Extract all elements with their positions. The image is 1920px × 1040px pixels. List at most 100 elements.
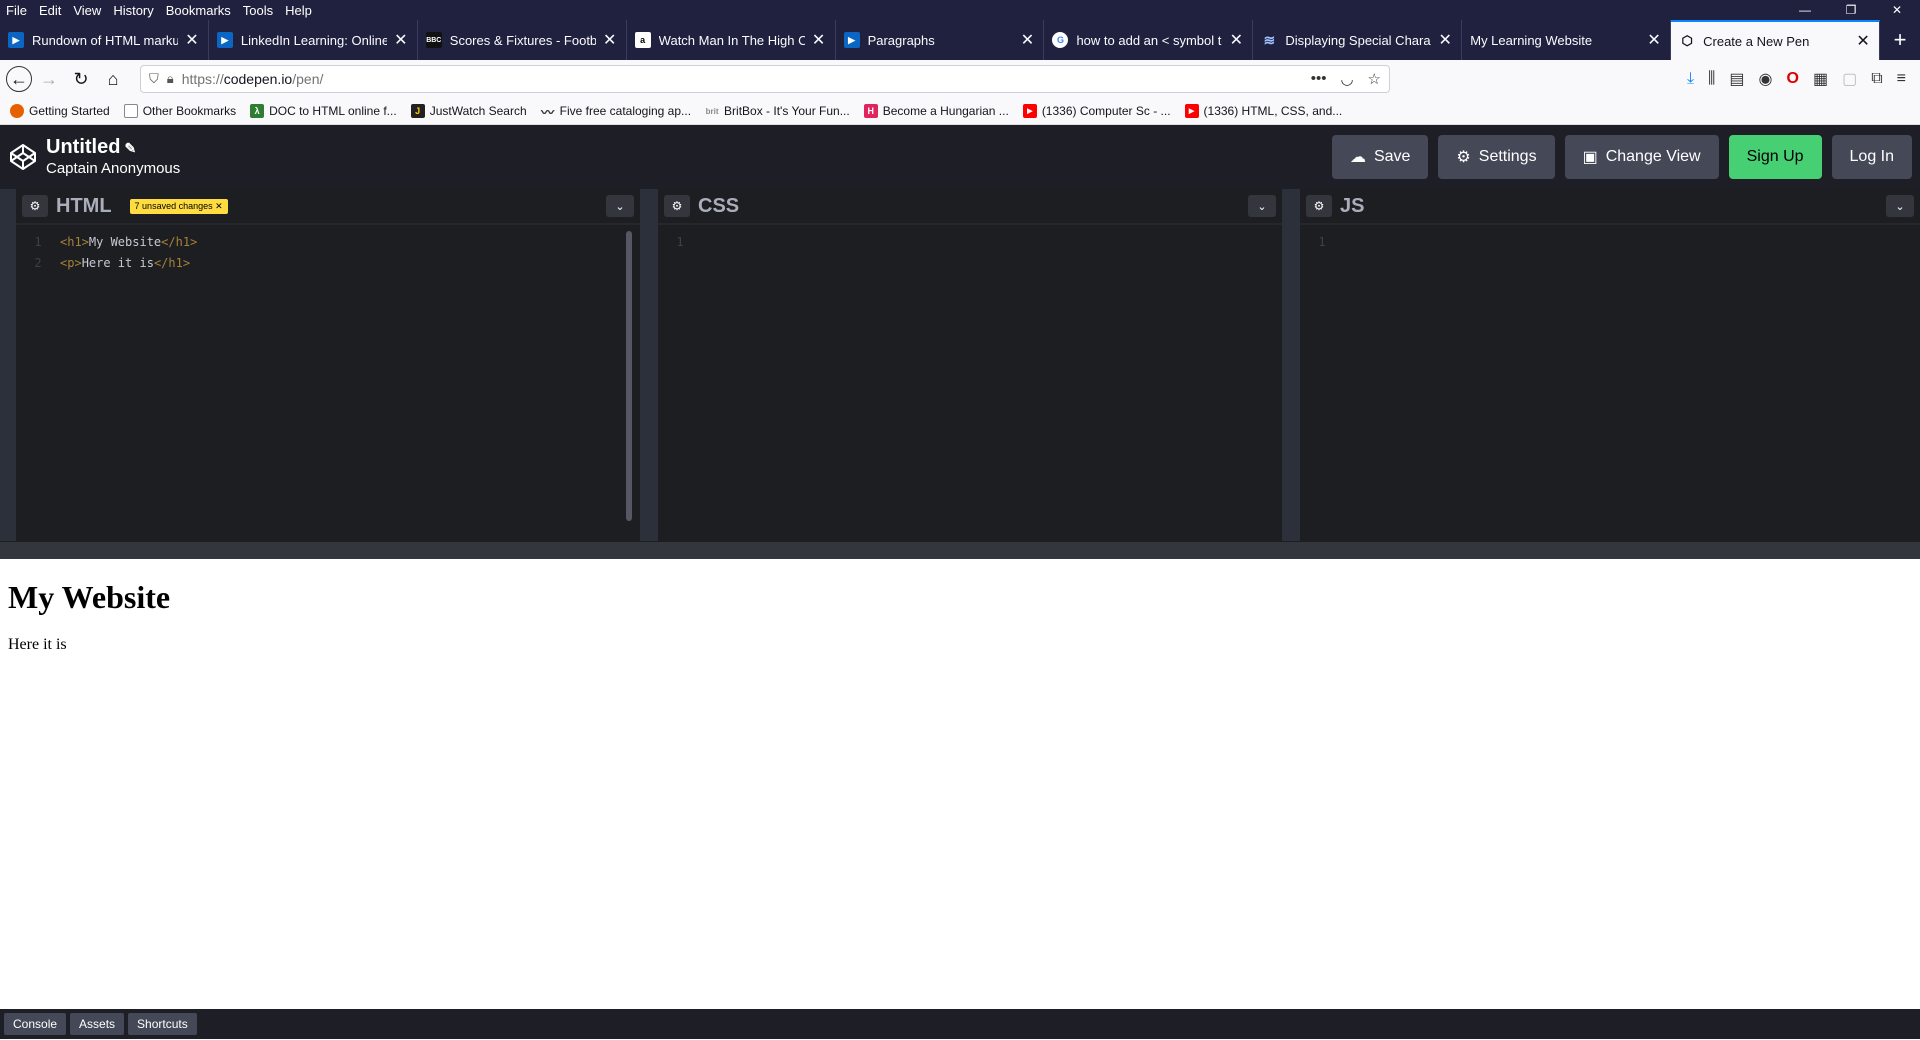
login-button[interactable]: Log In <box>1831 135 1912 179</box>
chevron-down-icon[interactable]: ⌄ <box>1248 195 1276 217</box>
unsaved-changes-badge[interactable]: 7 unsaved changes ✕ <box>129 198 228 214</box>
bookmark-item[interactable]: 〰 Five free cataloging ap... <box>541 104 691 120</box>
bookmark-item[interactable]: Other Bookmarks <box>123 104 237 118</box>
sidebar-icon[interactable]: ▤ <box>1729 69 1744 89</box>
resize-splitter[interactable] <box>0 541 1920 559</box>
library-icon[interactable]: ⫼ <box>1708 70 1715 88</box>
login-label: Log In <box>1849 148 1894 165</box>
settings-button[interactable]: ⚙ Settings <box>1438 135 1555 179</box>
html-settings-gear-icon[interactable]: ⚙ <box>22 195 48 217</box>
hungarian-icon: H <box>863 104 878 118</box>
home-icon[interactable]: ⌂ <box>98 64 128 94</box>
css-code-area[interactable]: 1 <box>658 225 1282 541</box>
save-button[interactable]: ☁ Save <box>1331 135 1429 179</box>
bookmark-item[interactable]: J JustWatch Search <box>410 104 527 118</box>
pen-title[interactable]: Untitled <box>46 136 120 158</box>
bookmark-item[interactable]: H Become a Hungarian ... <box>863 104 1009 118</box>
extension-o-icon[interactable]: O <box>1787 70 1799 88</box>
bookmark-item[interactable]: ▶ (1336) HTML, CSS, and... <box>1184 104 1342 118</box>
bookmark-item[interactable]: ▶ (1336) Computer Sc - ... <box>1022 104 1171 118</box>
menu-view[interactable]: View <box>73 3 101 18</box>
js-code-area[interactable]: 1 <box>1300 225 1920 541</box>
forward-icon[interactable]: → <box>34 64 64 94</box>
menu-file[interactable]: File <box>6 3 27 18</box>
folder-icon <box>123 104 138 118</box>
close-tab-icon[interactable]: ✕ <box>1646 30 1662 50</box>
browser-tab[interactable]: My Learning Website ✕ <box>1462 20 1672 60</box>
url-path: /pen/ <box>292 71 324 87</box>
close-tab-icon[interactable]: ✕ <box>1437 30 1453 50</box>
browser-tab-active[interactable]: ⬡ Create a New Pen ✕ <box>1671 20 1881 60</box>
url-text[interactable]: https://codepen.io/pen/ <box>182 71 1311 87</box>
linkedin-play-icon: ▶ <box>8 32 24 48</box>
change-view-button[interactable]: ▣ Change View <box>1564 135 1719 179</box>
vertical-scrollbar[interactable] <box>626 231 632 521</box>
browser-tab[interactable]: ▶ LinkedIn Learning: Online Co ✕ <box>209 20 418 60</box>
close-tab-icon[interactable]: ✕ <box>1855 31 1871 51</box>
browser-chrome: File Edit View History Bookmarks Tools H… <box>0 0 1920 60</box>
bookmark-item[interactable]: Getting Started <box>10 104 110 118</box>
page-actions-icon[interactable]: ••• <box>1311 70 1327 88</box>
pocket-icon[interactable]: ◡ <box>1340 70 1353 88</box>
youtube-icon: ▶ <box>1022 104 1037 118</box>
close-window-icon[interactable]: ✕ <box>1874 0 1920 20</box>
gear-icon: ⚙ <box>1456 149 1471 166</box>
assets-button[interactable]: Assets <box>70 1013 125 1035</box>
close-tab-icon[interactable]: ✕ <box>811 30 827 50</box>
codepen-logo-icon[interactable] <box>8 142 38 172</box>
pencil-icon[interactable]: ✎ <box>124 140 136 156</box>
download-icon[interactable]: ⤓ <box>1687 70 1694 88</box>
pen-title-block: Untitled ✎ Captain Anonymous <box>46 136 180 179</box>
bookmark-label: Other Bookmarks <box>142 104 237 118</box>
close-tab-icon[interactable]: ✕ <box>602 30 618 50</box>
chevron-down-icon[interactable]: ⌄ <box>606 195 634 217</box>
star-icon[interactable]: ☆ <box>1368 70 1381 88</box>
close-tab-icon[interactable]: ✕ <box>1019 30 1035 50</box>
menu-tools[interactable]: Tools <box>243 3 273 18</box>
browser-tab[interactable]: ▶ Rundown of HTML markup ✕ <box>0 20 209 60</box>
minimize-icon[interactable]: — <box>1782 0 1828 20</box>
reload-icon[interactable]: ↻ <box>66 64 96 94</box>
close-tab-icon[interactable]: ✕ <box>1228 30 1244 50</box>
js-settings-gear-icon[interactable]: ⚙ <box>1306 195 1332 217</box>
restore-icon[interactable]: ❐ <box>1828 0 1874 20</box>
tab-title: Scores & Fixtures - Football <box>449 32 596 48</box>
browser-tab[interactable]: G how to add an < symbol to h ✕ <box>1044 20 1254 60</box>
lambda-icon: λ <box>250 104 265 118</box>
menu-history[interactable]: History <box>113 3 153 18</box>
tab-title: Paragraphs <box>867 32 935 48</box>
back-icon[interactable]: ← <box>6 66 32 92</box>
account-icon[interactable]: ◉ <box>1759 69 1773 89</box>
new-tab-icon[interactable]: + <box>1880 20 1920 60</box>
shield-icon[interactable]: ⛉ <box>149 71 159 87</box>
chevron-down-icon[interactable]: ⌄ <box>1886 195 1914 217</box>
browser-tab[interactable]: a Watch Man In The High Castl ✕ <box>627 20 836 60</box>
extension-grid-icon[interactable]: ▦ <box>1813 69 1828 89</box>
google-icon: G <box>1052 32 1069 48</box>
browser-tab[interactable]: ▶ Paragraphs ✕ <box>836 20 1045 60</box>
close-tab-icon[interactable]: ✕ <box>184 30 200 50</box>
menu-help[interactable]: Help <box>285 3 312 18</box>
menu-bookmarks[interactable]: Bookmarks <box>166 3 231 18</box>
browser-tab[interactable]: ≋ Displaying Special Characte ✕ <box>1253 20 1463 60</box>
extension-puzzle-icon[interactable]: ⧉ <box>1871 70 1882 88</box>
tab-title: My Learning Website <box>1470 32 1593 48</box>
bookmark-item[interactable]: brit BritBox - It's Your Fun... <box>705 104 850 118</box>
extension-blank-icon[interactable]: ▢ <box>1842 69 1857 89</box>
html-code-area[interactable]: 1 <h1> My Website </h1> 2 <p> Here it is </h… <box>16 225 640 541</box>
firefox-icon <box>10 104 24 118</box>
bookmark-label: (1336) Computer Sc - ... <box>1041 104 1171 118</box>
browser-tab[interactable]: BBC Scores & Fixtures - Football ✕ <box>418 20 627 60</box>
close-tab-icon[interactable]: ✕ <box>393 30 409 50</box>
tab-title: how to add an < symbol to h <box>1076 32 1222 48</box>
lock-icon[interactable]: 🔒︎ <box>167 71 174 87</box>
css-settings-gear-icon[interactable]: ⚙ <box>664 195 690 217</box>
menu-hamburger-icon[interactable]: ≡ <box>1897 70 1906 88</box>
bookmark-item[interactable]: λ DOC to HTML online f... <box>250 104 397 118</box>
url-bar[interactable]: ⛉ 🔒︎ https://codepen.io/pen/ ••• ◡ ☆ <box>140 65 1390 93</box>
console-button[interactable]: Console <box>4 1013 67 1035</box>
signup-button[interactable]: Sign Up <box>1728 135 1822 179</box>
shortcuts-button[interactable]: Shortcuts <box>128 1013 197 1035</box>
menu-edit[interactable]: Edit <box>39 3 61 18</box>
save-label: Save <box>1373 148 1411 165</box>
